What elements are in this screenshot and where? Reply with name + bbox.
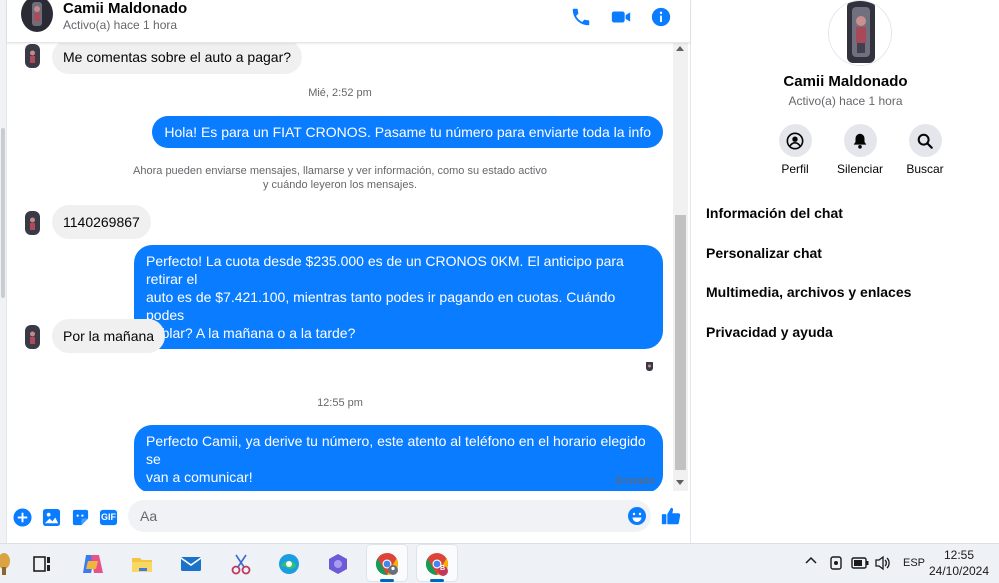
message-bubble-outgoing[interactable]: Hola! Es para un FIAT CRONOS. Pasame tu … [152, 116, 663, 148]
message-bubble-incoming[interactable]: Me comentas sobre el auto a pagar? [52, 43, 303, 74]
encryption-notice-line: Ahora pueden enviarse mensajes, llamarse… [133, 165, 547, 177]
gif-label: GIF [101, 512, 116, 522]
menu-customize-chat[interactable]: Personalizar chat [706, 245, 822, 261]
avatar[interactable] [828, 0, 892, 66]
action-label: Perfil [781, 162, 809, 176]
message-input-box[interactable] [128, 500, 651, 532]
volume-icon[interactable] [874, 555, 892, 574]
sticker-icon[interactable] [71, 508, 90, 527]
avatar[interactable] [21, 0, 53, 32]
timestamp: Mié, 2:52 pm [308, 87, 372, 99]
video-icon[interactable] [610, 6, 632, 28]
language-indicator[interactable]: ESP [903, 557, 925, 569]
search-button[interactable]: Buscar [890, 124, 960, 176]
image-icon[interactable] [42, 508, 61, 527]
outer-scrollbar-thumb[interactable] [1, 128, 5, 298]
mail-icon[interactable] [178, 551, 204, 577]
chat-header: Camii Maldonado Activo(a) hace 1 hora [7, 0, 690, 43]
plus-icon[interactable] [13, 508, 32, 527]
bell-icon [843, 124, 877, 157]
outer-scrollbar[interactable] [0, 0, 7, 543]
info-contact-name: Camii Maldonado [783, 73, 908, 90]
sent-status: Enviado [615, 475, 655, 487]
location-icon[interactable] [829, 555, 843, 574]
edge-icon[interactable] [276, 551, 302, 577]
tray-overflow-chevron-icon[interactable] [804, 554, 818, 571]
windows-taskbar: B ESP 12:55 24/10/2024 [0, 543, 999, 583]
message-line: van a comunicar! [146, 469, 253, 485]
message-composer: GIF [7, 491, 690, 543]
phone-icon[interactable] [570, 6, 592, 28]
chat-info-panel: Camii Maldonado Activo(a) hace 1 hora Pe… [690, 0, 999, 543]
profile-button[interactable]: Perfil [760, 124, 830, 176]
message-list[interactable]: Me comentas sobre el auto a pagar? Mié, … [7, 43, 673, 491]
task-view-icon[interactable] [29, 551, 55, 577]
clock-time: 12:55 [943, 548, 975, 562]
message-scrollbar[interactable] [673, 43, 688, 491]
chrome-icon[interactable]: B [424, 551, 450, 577]
message-bubble-outgoing[interactable]: Perfecto Camii, ya derive tu número, est… [134, 425, 663, 491]
file-explorer-icon[interactable] [129, 551, 155, 577]
profile-icon [778, 124, 812, 157]
message-bubble-outgoing[interactable]: Perfecto! La cuota desde $235.000 es de … [134, 245, 663, 349]
avatar[interactable] [25, 44, 40, 68]
gif-icon[interactable]: GIF [99, 508, 118, 527]
message-bubble-incoming[interactable]: 1140269867 [52, 205, 151, 239]
menu-privacy-help[interactable]: Privacidad y ayuda [706, 324, 833, 340]
encryption-notice-line: y cuándo leyeron los mensajes. [262, 179, 418, 191]
emoji-icon[interactable] [627, 506, 647, 531]
read-receipt-avatar [646, 360, 653, 371]
menu-chat-info[interactable]: Información del chat [706, 205, 843, 221]
message-line: auto es de $7.421.100, mientras tanto po… [146, 289, 616, 323]
battery-icon[interactable] [851, 556, 869, 573]
menu-media-files-links[interactable]: Multimedia, archivos y enlaces [706, 284, 911, 300]
chrome-profile-icon[interactable] [374, 551, 400, 577]
mute-button[interactable]: Silenciar [825, 124, 895, 176]
avatar[interactable] [25, 211, 40, 235]
like-icon[interactable] [660, 505, 682, 527]
scroll-down-arrow[interactable] [676, 480, 684, 485]
message-bubble-incoming[interactable]: Por la mañana [52, 319, 166, 353]
info-icon[interactable] [650, 6, 672, 28]
contact-name[interactable]: Camii Maldonado [63, 0, 187, 17]
message-line: hablar? A la mañana o a la tarde? [146, 325, 356, 341]
clock-date: 24/10/2024 [928, 564, 990, 578]
scrollbar-thumb[interactable] [675, 215, 686, 470]
avatar[interactable] [25, 325, 40, 349]
scroll-up-arrow[interactable] [676, 46, 684, 51]
message-line: Perfecto! La cuota desde $235.000 es de … [146, 253, 624, 287]
info-contact-status: Activo(a) hace 1 hora [788, 94, 903, 108]
contact-status: Activo(a) hace 1 hora [63, 18, 178, 32]
action-label: Buscar [906, 162, 944, 176]
teams-icon[interactable] [325, 551, 351, 577]
weather-icon[interactable] [0, 551, 20, 577]
message-input[interactable] [128, 500, 598, 532]
system-clock[interactable]: 12:55 24/10/2024 [927, 547, 991, 579]
encryption-notice: Ahora pueden enviarse mensajes, llamarse… [7, 164, 673, 192]
active-app-indicator [380, 579, 394, 582]
snipping-tool-icon[interactable] [228, 551, 254, 577]
action-label: Silenciar [836, 162, 884, 176]
message-line: Perfecto Camii, ya derive tu número, est… [146, 433, 646, 467]
copilot-icon[interactable] [80, 551, 106, 577]
timestamp: 12:55 pm [317, 397, 363, 409]
active-app-indicator [430, 579, 444, 582]
chrome-profile-badge: B [440, 565, 446, 572]
search-icon [908, 124, 942, 157]
